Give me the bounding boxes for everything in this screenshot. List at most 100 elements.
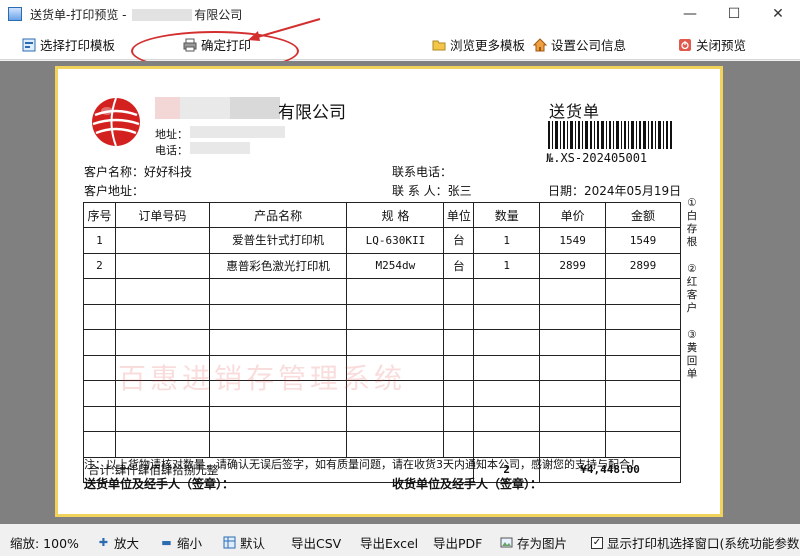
row-amount: 1549	[605, 227, 681, 254]
export-csv-button[interactable]: 导出CSV	[291, 533, 341, 552]
plus-icon: ✚	[98, 536, 109, 549]
row-product: 惠普彩色激光打印机	[208, 252, 348, 279]
window-title-suffix: 有限公司	[194, 7, 243, 22]
row-spec: M254dw	[346, 252, 445, 279]
zoom-in-label: 放大	[114, 536, 140, 551]
footer-note: 注：以上货物请核对数量，请确认无误后签字，如有质量问题，请在收货3天内通知本公司…	[84, 458, 641, 471]
window-title: 送货单-打印预览 - 有限公司	[30, 6, 242, 23]
barcode-icon	[548, 121, 672, 149]
redacted-address	[190, 126, 285, 138]
row-no: 2	[83, 252, 116, 279]
template-icon	[22, 38, 36, 52]
contact-person-row: 联 系 人：张三	[392, 182, 472, 199]
zoom-level: 缩放: 100%	[10, 536, 79, 551]
save-image-label: 存为图片	[517, 536, 568, 551]
redacted-phone	[190, 142, 250, 154]
app-icon	[8, 7, 22, 21]
table-row-empty	[83, 431, 681, 458]
zoom-out-button[interactable]: ▬ 缩小	[160, 533, 202, 552]
close-window-button[interactable]: ✕	[756, 0, 800, 28]
export-pdf-button[interactable]: 导出PDF	[433, 533, 482, 552]
contact-person-value: 张三	[447, 184, 472, 198]
default-zoom-label: 默认	[240, 536, 266, 551]
table-row-empty	[83, 405, 681, 432]
contact-person-label: 联 系 人：	[392, 184, 448, 198]
status-bar: 缩放: 100% ✚ 放大 ▬ 缩小 默认 导出CSV 导出Excel 导出PD…	[0, 524, 800, 556]
table-row-empty	[83, 329, 681, 356]
address-label: 地址：	[155, 128, 188, 141]
column-header: 数量	[473, 202, 541, 228]
show-printer-dialog-label: 显示打印机选择窗口(系统功能参数)	[607, 536, 800, 551]
redacted-company	[132, 9, 193, 21]
date-value: 2024年05月19日	[584, 184, 682, 198]
annotation-arrow	[248, 18, 321, 41]
column-header: 订单号码	[114, 202, 210, 228]
phone-label: 电话：	[155, 144, 188, 157]
row-product: 爱普生针式打印机	[208, 227, 348, 254]
row-no: 1	[83, 227, 116, 254]
company-info-button[interactable]: 设置公司信息	[533, 35, 626, 54]
row-amount: 2899	[605, 252, 681, 279]
company-name: 有限公司	[278, 103, 346, 123]
zoom-out-label: 缩小	[177, 536, 203, 551]
customer-name-label: 客户名称：	[84, 165, 145, 179]
title-bar: 送货单-打印预览 - 有限公司 — ☐ ✕	[0, 0, 800, 28]
image-icon	[500, 536, 513, 549]
maximize-button[interactable]: ☐	[712, 0, 756, 28]
table-row: 2 惠普彩色激光打印机 M254dw 台 1 2899 2899	[83, 252, 681, 279]
close-preview-label: 关闭预览	[696, 38, 747, 53]
items-table: 序号 订单号码 产品名称 规 格 单位 数量 单价 金额 1 爱普生针式打印机 …	[82, 202, 681, 483]
row-order	[114, 227, 210, 254]
table-header-row: 序号 订单号码 产品名称 规 格 单位 数量 单价 金额	[83, 202, 681, 228]
preview-area[interactable]: 有限公司 地址： 电话： 送货单 №.XS-202405001 客户名称：好好科…	[0, 61, 800, 524]
zoom-in-button[interactable]: ✚ 放大	[97, 533, 139, 552]
folder-icon	[432, 38, 446, 52]
column-header: 产品名称	[208, 202, 348, 228]
company-logo-icon	[92, 97, 140, 147]
customer-name-value: 好好科技	[144, 165, 193, 179]
row-price: 1549	[539, 227, 607, 254]
column-header: 单位	[443, 202, 475, 228]
sender-signature-label: 送货单位及经手人（签章）：	[84, 477, 235, 491]
minus-icon: ▬	[161, 536, 172, 549]
show-printer-dialog-checkbox[interactable]: ✓ 显示打印机选择窗口(系统功能参数)	[591, 533, 800, 552]
power-icon	[678, 38, 692, 52]
window-controls: — ☐ ✕	[668, 0, 800, 28]
home-icon	[533, 37, 547, 52]
document-title: 送货单	[549, 102, 601, 121]
row-order	[114, 252, 210, 279]
save-image-button[interactable]: 存为图片	[500, 533, 567, 552]
minimize-button[interactable]: —	[668, 0, 712, 28]
export-excel-button[interactable]: 导出Excel	[360, 533, 418, 552]
browse-templates-button[interactable]: 浏览更多模板	[432, 35, 525, 54]
checkbox-checked-icon: ✓	[591, 536, 603, 549]
receiver-signature-label: 收货单位及经手人（签章）：	[392, 477, 543, 491]
table-row: 1 爱普生针式打印机 LQ-630KII 台 1 1549 1549	[83, 227, 681, 254]
redacted-company-name	[155, 97, 280, 119]
side-note-red: ②红客户	[686, 263, 698, 314]
column-header: 序号	[83, 202, 116, 228]
row-unit: 台	[443, 252, 475, 279]
browse-templates-label: 浏览更多模板	[450, 38, 526, 53]
window-title-prefix: 送货单-打印预览 -	[30, 7, 131, 22]
column-header: 规 格	[346, 202, 445, 228]
row-qty: 1	[473, 252, 541, 279]
date-label: 日期：	[548, 184, 585, 198]
contact-phone-label: 联系电话：	[392, 165, 453, 179]
watermark: 百惠进销存管理系统	[118, 362, 407, 395]
default-zoom-button[interactable]: 默认	[223, 533, 265, 552]
row-price: 2899	[539, 252, 607, 279]
document-number: №.XS-202405001	[546, 151, 648, 165]
side-note-yellow: ③黄回单	[686, 329, 698, 380]
select-template-button[interactable]: 选择打印模板	[22, 35, 115, 54]
row-qty: 1	[473, 227, 541, 254]
grid-icon	[223, 536, 236, 549]
customer-address-label: 客户地址：	[84, 184, 145, 198]
toolbar: 选择打印模板 确定打印 浏览更多模板 设置公司信息 关闭预览	[0, 28, 800, 60]
table-row-empty	[83, 278, 681, 305]
customer-name-row: 客户名称：好好科技	[84, 163, 192, 180]
close-preview-button[interactable]: 关闭预览	[678, 35, 746, 54]
date-row: 日期：2024年05月19日	[548, 182, 681, 199]
delivery-note-paper: 有限公司 地址： 电话： 送货单 №.XS-202405001 客户名称：好好科…	[55, 66, 723, 517]
side-note-white: ①白存根	[686, 197, 698, 248]
